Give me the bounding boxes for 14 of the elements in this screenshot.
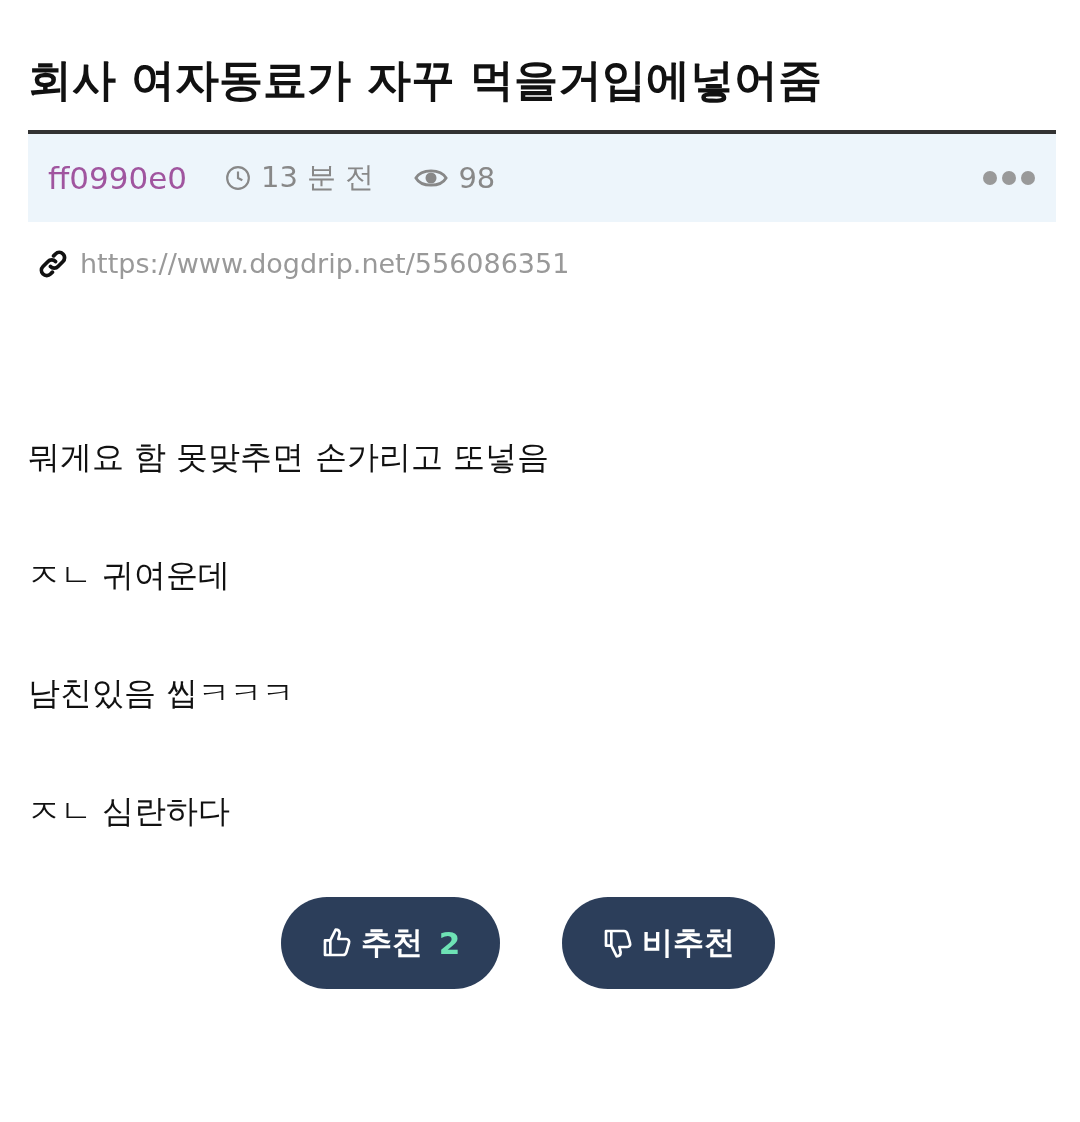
body-text: ㅈㄴ 심란하다 [28,791,232,831]
view-count: 98 [458,161,496,195]
author-name[interactable]: ff0990e0 [48,160,188,196]
body-text: 뭐게요 함 못맞추면 손가리고 또넣음 [28,437,550,477]
post-time: 13 분 전 [261,159,375,196]
downvote-button[interactable]: 비추천 [562,897,776,989]
body-text: ㅈㄴ 귀여운데 [28,555,232,595]
more-icon[interactable] [982,170,1036,186]
eye-icon [414,167,449,189]
upvote-button[interactable]: 추천 2 [280,897,501,989]
link-icon [38,248,68,279]
post-title: 회사 여자동료가 자꾸 먹을거입에넣어줌 [28,53,823,107]
body-text: 남친있음 씹ㅋㅋㅋ [28,673,296,713]
clock-icon [225,165,252,191]
